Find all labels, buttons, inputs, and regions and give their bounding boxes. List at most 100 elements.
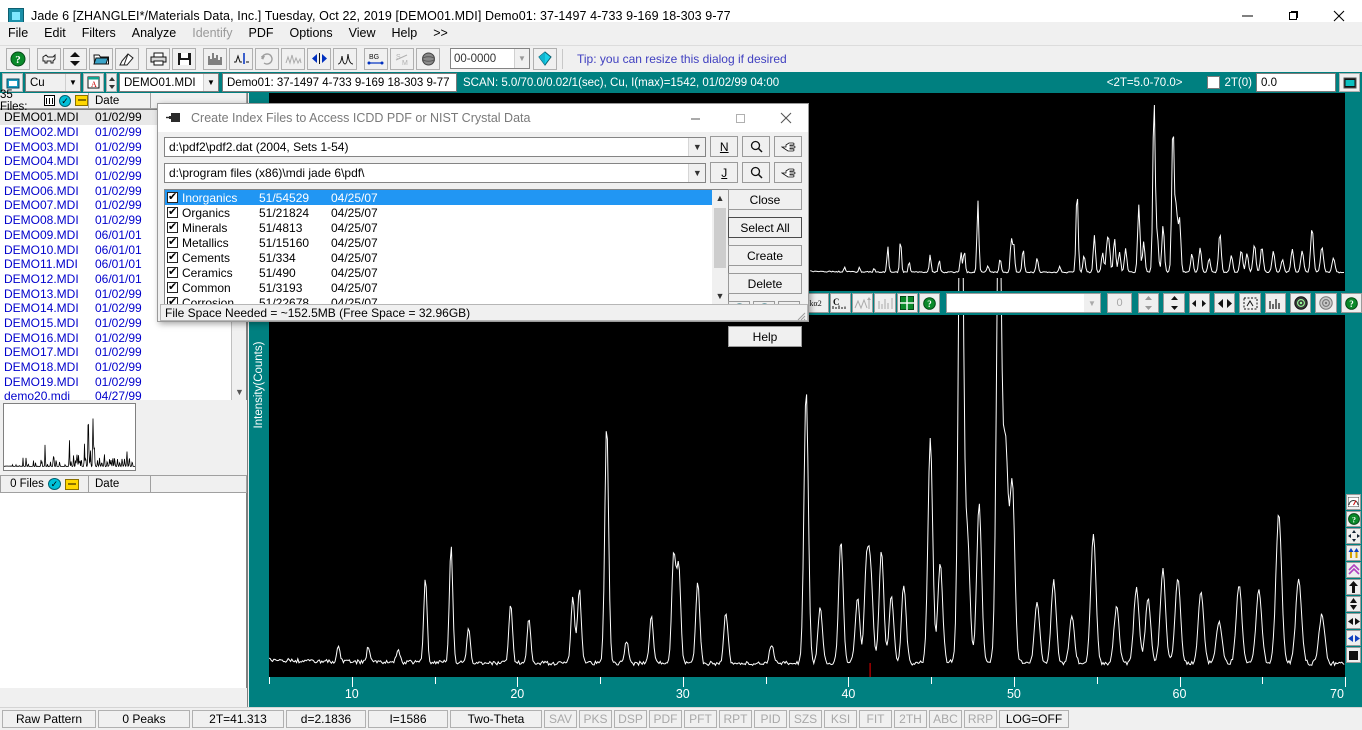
checkbox-checked-icon[interactable] <box>167 235 178 248</box>
background-icon[interactable]: BG <box>364 47 388 70</box>
checkbox-checked-icon[interactable] <box>167 190 178 203</box>
chevron-down-icon[interactable]: ▼ <box>203 74 218 91</box>
database-pointer-button[interactable] <box>774 136 803 157</box>
meter-icon[interactable] <box>1346 494 1361 510</box>
vertical-move-icon[interactable] <box>1163 293 1185 313</box>
refresh-icon[interactable] <box>255 47 279 70</box>
move-4way-icon[interactable] <box>1346 528 1361 544</box>
k-alpha2-strip-icon[interactable]: kα2 <box>807 293 829 313</box>
horizontal-expand-icon[interactable] <box>307 47 331 70</box>
output-path-combo[interactable]: d:\program files (x86)\mdi jade 6\pdf\ ▼ <box>164 162 707 183</box>
eraser-icon[interactable] <box>115 47 139 70</box>
peak-find-icon[interactable] <box>229 47 253 70</box>
bar-chart-icon[interactable] <box>1264 293 1286 313</box>
database-set-row[interactable]: Metallics 51/15160 04/25/07 <box>165 235 728 250</box>
secondary-date-header[interactable]: Date <box>89 475 151 493</box>
file-list-row[interactable]: demo20.mdi 04/27/99 <box>0 389 246 400</box>
chevron-down-icon[interactable]: ▼ <box>688 137 706 156</box>
status-cell[interactable]: 2T=41.313 <box>192 710 284 728</box>
database-browse-button[interactable] <box>742 136 771 157</box>
help-green-icon[interactable]: ? <box>1346 511 1361 527</box>
help-green-icon[interactable]: ? <box>6 47 30 70</box>
menu-analyze[interactable]: Analyze <box>124 23 184 43</box>
vertical-spread-icon[interactable] <box>1138 293 1160 313</box>
database-set-row[interactable]: Minerals 51/4813 04/25/07 <box>165 220 728 235</box>
secondary-file-list[interactable] <box>0 493 247 688</box>
status-cell[interactable]: d=2.1836 <box>286 710 366 728</box>
chart-icon[interactable] <box>43 95 55 106</box>
close-button[interactable]: Close <box>728 189 802 210</box>
select-all-button[interactable]: Select All <box>728 217 802 238</box>
database-set-row[interactable]: Ceramics 51/490 04/25/07 <box>165 265 728 280</box>
index-number-field[interactable]: 0 <box>1106 293 1133 313</box>
database-set-row[interactable]: Organics 51/21824 04/25/07 <box>165 205 728 220</box>
zoom-region-icon[interactable] <box>1239 293 1261 313</box>
save-icon[interactable] <box>172 47 196 70</box>
help-button[interactable]: Help <box>728 326 802 347</box>
menu-filters[interactable]: Filters <box>74 23 124 43</box>
database-set-row[interactable]: Inorganics 51/54529 04/25/07 <box>165 190 728 205</box>
target-dark-icon[interactable] <box>1289 293 1312 313</box>
profile-scale-icon[interactable] <box>852 293 874 313</box>
target-gray-icon[interactable] <box>1315 293 1337 313</box>
profile-fit-icon[interactable] <box>333 47 357 70</box>
checkbox-checked-icon[interactable] <box>167 265 178 278</box>
status-cell[interactable]: I=1586 <box>368 710 448 728</box>
output-browse-button[interactable] <box>742 162 771 183</box>
file-count-header[interactable]: 35 Files: ✓ <box>0 89 89 113</box>
phase-combo[interactable]: ▼ <box>946 293 1101 313</box>
sphere-icon[interactable] <box>416 47 440 70</box>
horizontal-expand2-icon[interactable] <box>1214 293 1236 313</box>
window-display-icon[interactable] <box>1339 73 1360 92</box>
folder-icon[interactable] <box>75 95 88 106</box>
create-index-dialog[interactable]: Create Index Files to Access ICDD PDF or… <box>157 103 809 347</box>
bar-pattern-icon[interactable] <box>203 47 227 70</box>
dialog-maximize-button[interactable] <box>718 104 763 132</box>
dog-cursor-icon[interactable] <box>37 47 61 70</box>
description-field[interactable]: Demo01: 37-1497 4-733 9-169 18-303 9-77 <box>222 73 457 92</box>
folder-icon[interactable] <box>64 478 79 490</box>
checkbox-checked-icon[interactable] <box>167 220 178 233</box>
delete-button[interactable]: Delete <box>728 273 802 294</box>
menu-edit[interactable]: Edit <box>36 23 74 43</box>
notes-icon[interactable]: A <box>83 73 104 92</box>
chevron-down-icon[interactable]: ▼ <box>1083 294 1100 312</box>
resize-grip[interactable] <box>794 309 806 321</box>
chevron-down-icon[interactable]: ▼ <box>514 49 529 68</box>
open-folder-icon[interactable] <box>89 47 113 70</box>
pdf-number-combo[interactable]: 00-0000 ▼ <box>450 48 530 69</box>
c-deconvolute-icon[interactable]: C <box>829 293 852 313</box>
output-j-button[interactable]: J <box>710 162 739 183</box>
file-list-row[interactable]: DEMO17.MDI 01/02/99 <box>0 345 246 360</box>
file-date-header[interactable]: Date <box>89 93 151 109</box>
menu-help[interactable]: Help <box>384 23 426 43</box>
two-theta-zero-checkbox[interactable] <box>1206 76 1220 89</box>
check-circle-icon[interactable]: ✓ <box>47 478 61 490</box>
spinner-updown[interactable] <box>106 73 117 92</box>
arrows-vertical-icon[interactable] <box>1346 596 1361 612</box>
grid-quadrant-icon[interactable] <box>896 293 918 313</box>
menu-more[interactable]: >> <box>425 23 456 43</box>
status-cell[interactable]: Raw Pattern <box>2 710 96 728</box>
file-list-row[interactable]: DEMO16.MDI 01/02/99 <box>0 330 246 345</box>
secondary-file-count-header[interactable]: 0 Files ✓ <box>0 475 89 493</box>
smooth-icon[interactable]: SM <box>390 47 414 70</box>
database-sets-list[interactable]: Inorganics 51/54529 04/25/07 Organics 51/218… <box>164 189 729 305</box>
status-cell[interactable]: Two-Theta <box>450 710 542 728</box>
pattern-preview-thumbnail[interactable] <box>3 403 136 471</box>
arrows-horizontal-blue-icon[interactable] <box>1346 630 1361 646</box>
status-cell[interactable]: LOG=OFF <box>999 710 1069 728</box>
file-list-row[interactable]: DEMO18.MDI 01/02/99 <box>0 360 246 375</box>
multi-peak-icon[interactable] <box>281 47 305 70</box>
two-theta-zero-input[interactable]: 0.0 <box>1256 73 1336 92</box>
menu-options[interactable]: Options <box>282 23 341 43</box>
menu-pdf[interactable]: PDF <box>241 23 282 43</box>
help-green-icon[interactable]: ? <box>1340 293 1362 313</box>
scrollbar-thumb[interactable] <box>714 208 726 268</box>
database-set-row[interactable]: Common 51/3193 04/25/07 <box>165 280 728 295</box>
chevron-down-icon[interactable]: ▼ <box>65 74 80 91</box>
help-green-icon[interactable]: ? <box>918 293 941 313</box>
chevrons-up-icon[interactable] <box>1346 562 1361 578</box>
status-cell[interactable]: 0 Peaks <box>98 710 190 728</box>
scroll-down-icon[interactable]: ▼ <box>712 288 728 304</box>
